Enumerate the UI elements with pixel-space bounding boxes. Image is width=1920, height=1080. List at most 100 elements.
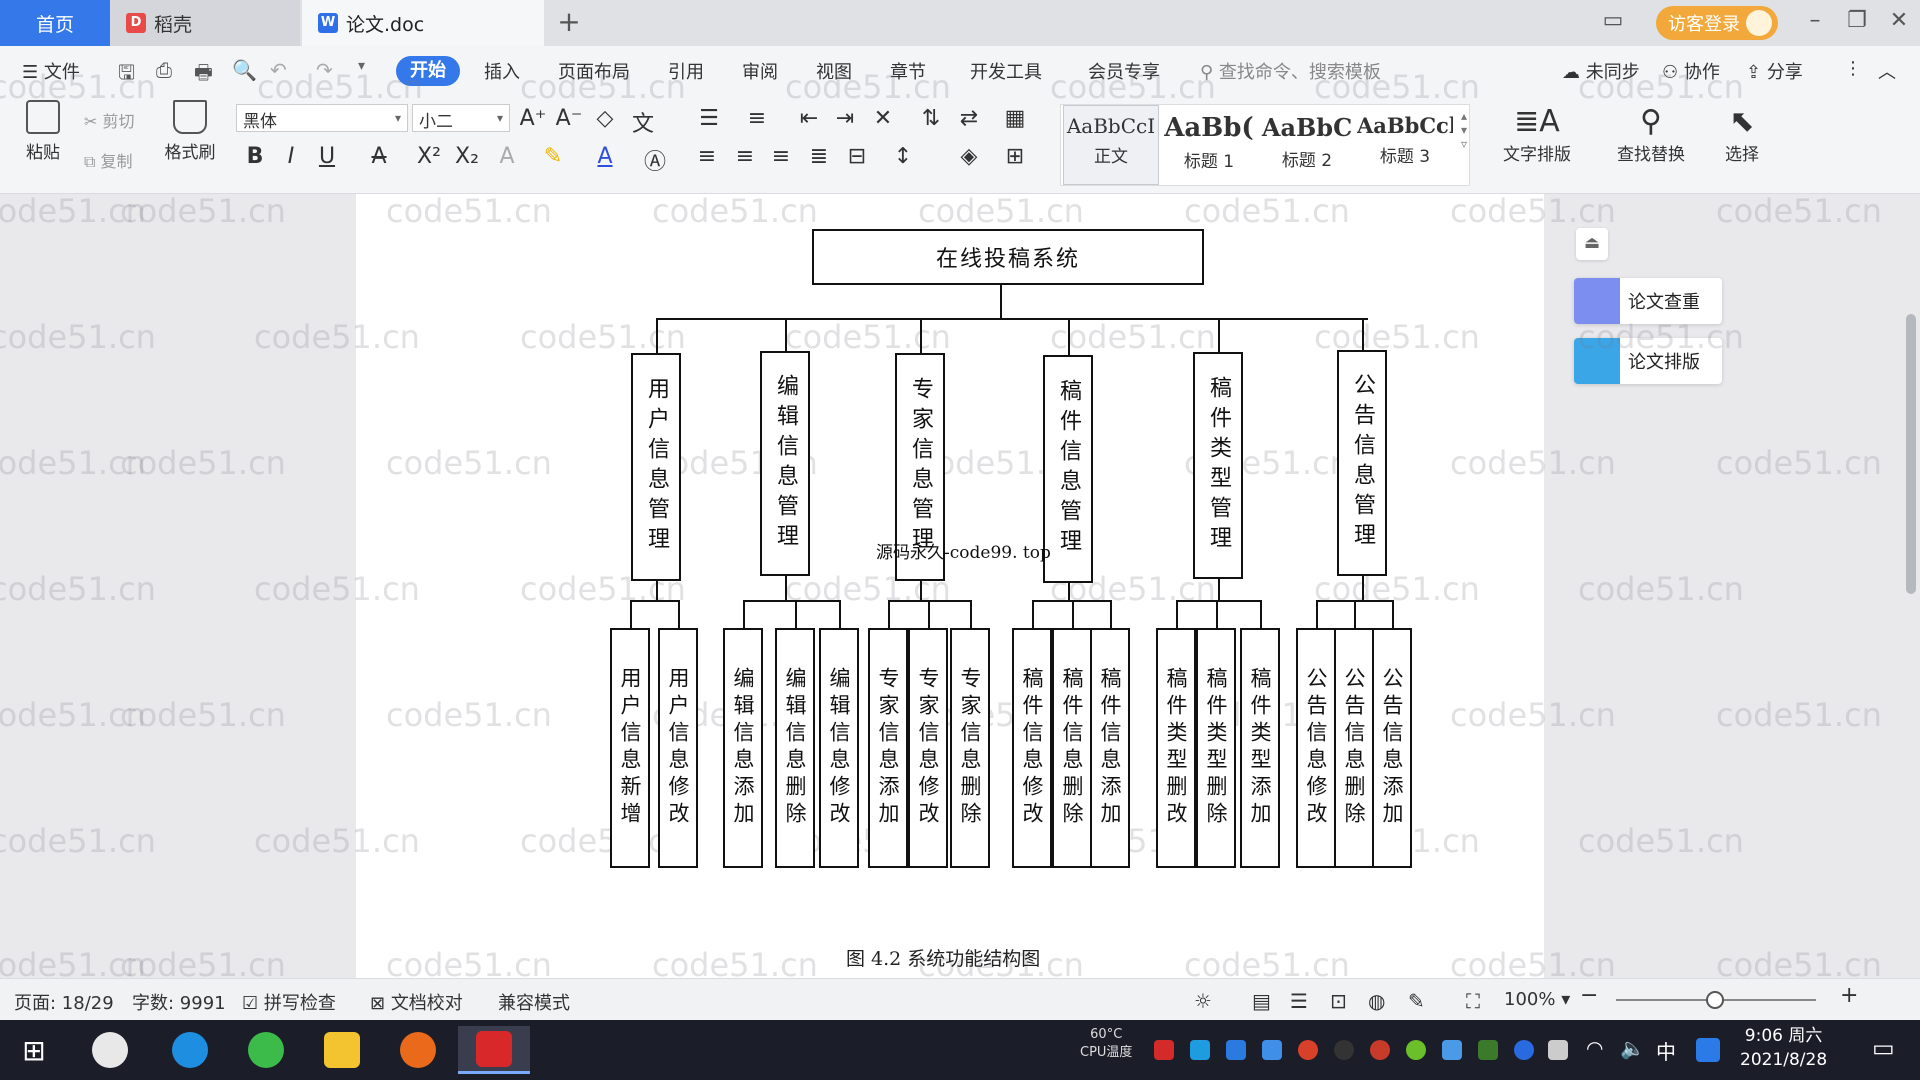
tray-shield-icon[interactable]: [1262, 1040, 1282, 1060]
minimize-icon[interactable]: –: [1800, 8, 1830, 33]
style-heading-3[interactable]: AaBbCcl 标题 3: [1357, 105, 1453, 185]
battery-icon[interactable]: [1548, 1040, 1568, 1060]
save-icon[interactable]: 🖫: [118, 58, 135, 92]
page-indicator[interactable]: 页面: 18/29: [14, 989, 114, 1015]
zoom-out-icon[interactable]: −: [1580, 983, 1598, 1008]
taskbar-app-explorer[interactable]: [312, 1026, 372, 1074]
cut-button[interactable]: ✂ 剪切: [84, 108, 135, 132]
fit-page-icon[interactable]: ⛶: [1466, 989, 1480, 1013]
ime-indicator[interactable]: 中: [1656, 1036, 1676, 1065]
tab-home[interactable]: 首页: [0, 0, 110, 46]
font-size-select[interactable]: 小二 ▾: [412, 104, 510, 132]
more-icon[interactable]: ⋮: [1844, 58, 1862, 79]
shading-icon[interactable]: ◈: [954, 144, 984, 169]
align-right-icon[interactable]: ≡: [766, 144, 796, 169]
tab-developer[interactable]: 开发工具: [970, 58, 1042, 84]
command-search-input[interactable]: ⚲ 查找命令、搜索模板: [1200, 58, 1381, 84]
taskbar-app-360[interactable]: [236, 1026, 296, 1074]
print-icon[interactable]: 🖶: [194, 58, 213, 92]
borders-icon[interactable]: ⊞: [1000, 144, 1030, 169]
grow-font-icon[interactable]: A⁺: [518, 106, 548, 131]
underline-icon[interactable]: U: [312, 144, 342, 169]
italic-icon[interactable]: I: [276, 144, 306, 169]
text-effect-icon[interactable]: A: [492, 144, 522, 169]
phonetic-icon[interactable]: 文: [628, 106, 658, 138]
strikethrough-icon[interactable]: A: [364, 144, 394, 169]
shrink-font-icon[interactable]: A⁻: [554, 106, 584, 131]
spell-check-button[interactable]: ☑ 拼写检查: [242, 989, 336, 1015]
style-gallery-scroll-icon[interactable]: ▴ ▾ ▿: [1461, 109, 1467, 151]
tab-view[interactable]: 视图: [816, 58, 852, 84]
tray-app-icon[interactable]: [1190, 1040, 1210, 1060]
undo-icon[interactable]: ↶: [270, 58, 287, 82]
taskbar-app-game[interactable]: [388, 1026, 448, 1074]
tray-plus-icon[interactable]: [1406, 1040, 1426, 1060]
taskbar-clock[interactable]: 9:06 周六 2021/8/28: [1740, 1024, 1827, 1072]
outline-view-icon[interactable]: ☰: [1290, 989, 1308, 1013]
file-menu[interactable]: ☰ 文件: [22, 58, 80, 84]
tray-gpu-icon[interactable]: [1478, 1040, 1498, 1060]
paste-button[interactable]: 粘贴: [18, 100, 68, 163]
wifi-icon[interactable]: ◠: [1586, 1036, 1603, 1060]
layout-icon[interactable]: ▭: [1598, 8, 1628, 33]
font-name-select[interactable]: 黑体 ▾: [236, 104, 408, 132]
taskbar-app-pinwheel[interactable]: [80, 1026, 140, 1074]
font-color-icon[interactable]: A: [590, 144, 620, 169]
plagiarism-check-button[interactable]: 论文查重: [1574, 278, 1722, 324]
tab-chapter[interactable]: 章节: [890, 58, 926, 84]
justify-icon[interactable]: ≣: [804, 144, 834, 169]
bold-icon[interactable]: B: [240, 144, 270, 169]
doc-proof-button[interactable]: ⊠ 文档校对: [370, 989, 463, 1015]
tab-document[interactable]: W 论文.doc: [302, 0, 544, 46]
share-button[interactable]: ⇪ 分享: [1746, 58, 1803, 84]
zoom-slider-handle[interactable]: [1706, 991, 1724, 1009]
tray-penguin-icon[interactable]: [1334, 1040, 1354, 1060]
redo-icon[interactable]: ↷: [316, 58, 333, 82]
restore-icon[interactable]: ❐: [1842, 8, 1872, 33]
pen-icon[interactable]: ✎: [1408, 989, 1425, 1013]
collapse-ribbon-icon[interactable]: ︿: [1878, 58, 1896, 84]
zoom-in-icon[interactable]: +: [1840, 983, 1858, 1008]
text-layout-button[interactable]: ≣A 文字排版: [1492, 104, 1582, 165]
copy-button[interactable]: ⧉ 复制: [84, 148, 133, 172]
quick-access-dropdown-icon[interactable]: ▾: [358, 58, 365, 74]
text-direction-icon[interactable]: ✕: [868, 106, 898, 131]
line-spacing-icon[interactable]: ↕: [888, 144, 918, 169]
eye-protection-icon[interactable]: ☼: [1194, 989, 1212, 1013]
style-heading-2[interactable]: AaBbC 标题 2: [1259, 105, 1355, 185]
reading-view-icon[interactable]: ⊡: [1330, 989, 1347, 1013]
sync-button[interactable]: ☁ 未同步: [1562, 58, 1640, 84]
tray-sync-icon[interactable]: [1226, 1040, 1246, 1060]
clear-format-icon[interactable]: ◇: [590, 106, 620, 131]
superscript-icon[interactable]: X²: [414, 144, 444, 169]
new-tab-button[interactable]: +: [552, 6, 586, 40]
char-border-icon[interactable]: Ⓐ: [640, 144, 670, 176]
tab-references[interactable]: 引用: [668, 58, 704, 84]
decrease-indent-icon[interactable]: ⇤: [794, 106, 824, 131]
tray-antivirus-icon[interactable]: [1154, 1040, 1174, 1060]
align-center-icon[interactable]: ≡: [730, 144, 760, 169]
numbered-list-icon[interactable]: ≡: [742, 106, 772, 131]
bullet-list-icon[interactable]: ☰: [694, 106, 724, 131]
tab-insert[interactable]: 插入: [484, 58, 520, 84]
collaborate-button[interactable]: ⚇ 协作: [1662, 58, 1720, 84]
align-left-icon[interactable]: ≡: [692, 144, 722, 169]
find-replace-button[interactable]: ⚲ 查找替换: [1606, 104, 1696, 165]
tab-daoke[interactable]: D 稻壳: [110, 0, 300, 46]
distributed-icon[interactable]: ⊟: [842, 144, 872, 169]
tab-page-layout[interactable]: 页面布局: [558, 58, 630, 84]
cpu-temperature[interactable]: 60°C CPU温度: [1080, 1026, 1132, 1062]
volume-icon[interactable]: 🔈: [1620, 1036, 1645, 1060]
vertical-scrollbar[interactable]: [1906, 314, 1916, 594]
increase-indent-icon[interactable]: ⇥: [830, 106, 860, 131]
tab-start[interactable]: 开始: [396, 56, 460, 86]
tab-review[interactable]: 审阅: [742, 58, 778, 84]
notification-icon[interactable]: ▭: [1872, 1034, 1895, 1062]
web-view-icon[interactable]: ◍: [1368, 989, 1385, 1013]
paragraph-mark-icon[interactable]: ⇄: [954, 106, 984, 131]
tab-member[interactable]: 会员专享: [1088, 58, 1160, 84]
tray-cloud-icon[interactable]: [1442, 1040, 1462, 1060]
style-heading-1[interactable]: AaBb( 标题 1: [1161, 105, 1257, 185]
style-normal[interactable]: AaBbCcI 正文: [1063, 105, 1159, 185]
print-preview-icon[interactable]: ⎙: [156, 58, 172, 82]
